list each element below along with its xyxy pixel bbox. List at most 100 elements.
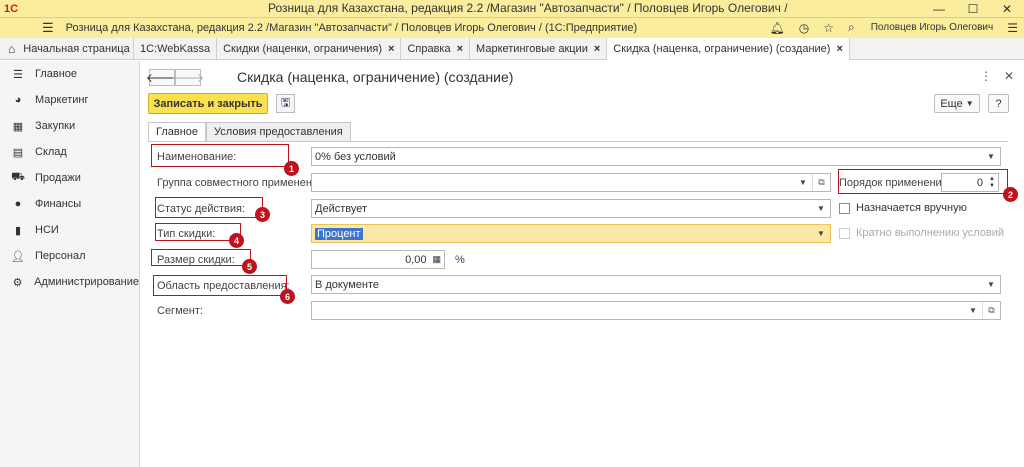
more-label: Еще xyxy=(940,97,963,110)
size-value: 0,00 xyxy=(405,253,427,266)
tab-divider xyxy=(148,141,1008,142)
user-name[interactable]: Половцев Игорь Олегович xyxy=(871,22,994,33)
history-icon[interactable]: ◷ xyxy=(799,21,809,35)
segment-field[interactable]: ▼ ⧉ xyxy=(311,301,1001,320)
sidebar-item-warehouse[interactable]: ▤ Склад xyxy=(0,139,139,165)
tab-close-icon[interactable]: × xyxy=(836,43,842,55)
group-field[interactable]: ▼ ⧉ xyxy=(311,173,831,192)
star-icon[interactable]: ☆ xyxy=(823,21,834,35)
checkbox-box[interactable] xyxy=(839,202,850,214)
app-toolbar: ☰ Розница для Казахстана, редакция 2.2 /… xyxy=(0,18,1024,38)
page-title: Скидка (наценка, ограничение) (создание) xyxy=(237,69,514,85)
chevron-down-icon[interactable]: ▼ xyxy=(982,148,1000,165)
tab-discounts[interactable]: Скидки (наценки, ограничения) × xyxy=(217,38,402,59)
settings-menu-icon[interactable]: ☰ xyxy=(1007,21,1018,35)
manual-label: Назначается вручную xyxy=(856,202,967,214)
window-title: Розница для Казахстана, редакция 2.2 /Ма… xyxy=(268,1,788,15)
size-unit: % xyxy=(455,254,465,266)
tab-label: Начальная страница xyxy=(23,42,130,55)
sidebar-item-label: Склад xyxy=(35,146,67,158)
calculator-icon[interactable]: ▦ xyxy=(432,254,441,265)
sidebar-item-marketing[interactable]: ◕ Маркетинг xyxy=(0,87,139,113)
status-value: Действует xyxy=(315,202,368,215)
tab-main[interactable]: Главное xyxy=(148,122,207,141)
chevron-down-icon: ▼ xyxy=(965,99,974,108)
form-tabs: Главное Условия предоставления xyxy=(148,122,351,141)
annotation-box-3 xyxy=(155,197,263,218)
sidebar-item-main[interactable]: ☰ Главное xyxy=(0,61,139,87)
save-and-close-button[interactable]: Записать и закрыть xyxy=(148,93,268,114)
annotation-badge-2: 2 xyxy=(1003,187,1018,202)
minimize-icon[interactable]: — xyxy=(922,0,956,17)
form-window-controls: ⋮ ✕ xyxy=(980,69,1014,83)
sidebar-item-finance[interactable]: ● Финансы xyxy=(0,191,139,217)
sidebar-item-nsi[interactable]: ▮ НСИ xyxy=(0,217,139,243)
window-controls: — ☐ ✕ xyxy=(922,0,1024,17)
bell-icon[interactable]: 🔔︎ xyxy=(770,21,785,35)
sidebar-item-label: Финансы xyxy=(35,198,82,210)
tab-label: Справка xyxy=(407,42,451,55)
status-field[interactable]: Действует ▼ xyxy=(311,199,831,218)
sidebar-item-sales[interactable]: ⛟ Продажи xyxy=(0,165,139,191)
sidebar-item-label: Продажи xyxy=(35,172,81,184)
coins-icon: ● xyxy=(14,198,22,210)
type-value-wrap: Процент xyxy=(315,227,812,240)
open-icon[interactable]: ⧉ xyxy=(812,174,830,191)
tab-close-icon[interactable]: × xyxy=(457,43,463,55)
sidebar-item-personnel[interactable]: 👤︎ Персонал xyxy=(0,243,139,269)
home-icon: ⌂ xyxy=(8,41,16,56)
tab-conditions[interactable]: Условия предоставления xyxy=(206,122,351,141)
tab-label: Маркетинговые акции xyxy=(476,42,588,55)
chevron-down-icon[interactable]: ▼ xyxy=(964,302,982,319)
help-button[interactable]: ? xyxy=(988,94,1009,113)
app-path: Розница для Казахстана, редакция 2.2 /Ма… xyxy=(65,22,638,34)
manual-checkbox[interactable]: Назначается вручную xyxy=(839,202,967,214)
tab-home[interactable]: ⌂ Начальная страница xyxy=(0,38,134,59)
annotation-box-5 xyxy=(151,249,251,266)
annotation-box-2 xyxy=(838,169,1008,194)
area-field[interactable]: В документе ▼ xyxy=(311,275,1001,294)
sidebar-item-label: НСИ xyxy=(35,224,59,236)
close-icon[interactable]: ✕ xyxy=(990,0,1024,17)
sidebar-item-label: Персонал xyxy=(35,250,86,262)
save-icon[interactable]: 🖫 xyxy=(276,94,295,113)
annotation-box-1 xyxy=(151,144,289,167)
tab-help[interactable]: Справка × xyxy=(401,38,471,59)
chevron-down-icon[interactable]: ▼ xyxy=(812,200,830,217)
warehouse-icon: ▤ xyxy=(12,146,24,159)
annotation-badge-5: 5 xyxy=(242,259,257,274)
sidebar-item-label: Закупки xyxy=(35,120,76,132)
more-button[interactable]: Еще ▼ xyxy=(934,94,980,113)
cart-icon: ⛟ xyxy=(11,171,25,183)
tab-close-icon[interactable]: × xyxy=(594,43,600,55)
chevron-down-icon[interactable]: ▼ xyxy=(982,276,1000,293)
size-field[interactable]: 0,00 ▦ xyxy=(311,250,445,269)
sidebar-item-admin[interactable]: ⚙ Администрирование xyxy=(0,269,139,295)
book-icon: ▮ xyxy=(14,224,22,237)
sidebar-item-label: Главное xyxy=(35,68,78,80)
name-field[interactable]: 0% без условий ▼ xyxy=(311,147,1001,166)
tab-close-icon[interactable]: × xyxy=(388,43,394,55)
tab-marketing-actions[interactable]: Маркетинговые акции × xyxy=(470,38,608,59)
search-icon[interactable]: ⌕ xyxy=(848,20,855,35)
annotation-badge-6: 6 xyxy=(280,289,295,304)
more-vertical-icon[interactable]: ⋮ xyxy=(980,69,992,83)
annotation-badge-1: 1 xyxy=(284,161,299,176)
form-area: 🡐 🡒 Скидка (наценка, ограничение) (созда… xyxy=(141,61,1024,467)
maximize-icon[interactable]: ☐ xyxy=(956,0,990,17)
chevron-down-icon[interactable]: ▼ xyxy=(794,174,812,191)
tab-webkassa[interactable]: 1С:WebKassa xyxy=(134,38,218,59)
sidebar-item-purchases[interactable]: ▦ Закупки xyxy=(0,113,139,139)
annotation-badge-4: 4 xyxy=(229,233,244,248)
close-icon[interactable]: ✕ xyxy=(1004,69,1014,83)
type-field[interactable]: Процент ▼ xyxy=(311,224,831,243)
app-logo: 1С xyxy=(4,2,19,15)
toolbar-right: 🔔︎ ◷ ☆ ⌕ Половцев Игорь Олегович ☰ xyxy=(770,20,1019,35)
chevron-down-icon[interactable]: ▼ xyxy=(812,225,830,242)
multiple-label: Кратно выполнению условий xyxy=(856,227,1005,239)
main-menu-icon[interactable]: ☰ xyxy=(42,20,54,36)
open-icon[interactable]: ⧉ xyxy=(982,302,1000,319)
forward-arrow-icon[interactable]: 🡒 xyxy=(172,69,204,86)
tab-discount-create[interactable]: Скидка (наценка, ограничение) (создание)… xyxy=(607,38,850,60)
gear-icon: ⚙ xyxy=(12,276,23,289)
